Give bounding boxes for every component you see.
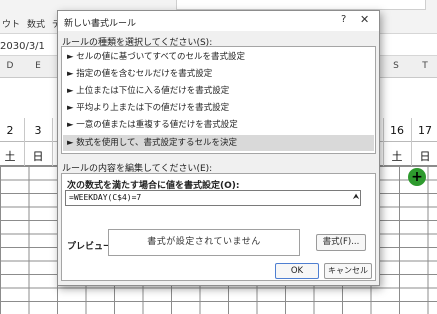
cell-weekday[interactable]: 土 [383,148,411,164]
ribbon-tab-formulas[interactable]: 数式 [27,17,45,30]
cell-weekday[interactable]: 土 [0,148,24,164]
rule-type-item[interactable]: ► セルの値に基づいてすべてのセルを書式設定 [63,49,374,65]
rule-type-item[interactable]: ► 指定の値を含むセルだけを書式設定 [63,66,374,82]
dialog-title: 新しい書式ルール [64,19,137,29]
collapse-dialog-icon[interactable]: ⮝ [351,192,361,204]
cell-weekday[interactable]: 日 [24,148,52,164]
close-icon[interactable]: ✕ [360,13,369,26]
cell-day[interactable]: 3 [24,124,52,137]
rule-type-list[interactable]: ► セルの値に基づいてすべてのセルを書式設定 ► 指定の値を含むセルだけを書式設… [61,46,376,154]
formula-bar-value: 2030/3/1 [0,41,45,52]
cell-day[interactable]: 2 [0,124,24,137]
formula-input[interactable]: =WEEKDAY(C$4)=7 [65,190,361,206]
ribbon-search-area [176,0,426,10]
rule-type-item[interactable]: ► 平均より上または下の値だけを書式設定 [63,100,374,116]
dialog-titlebar[interactable]: 新しい書式ルール ? ✕ [58,11,379,31]
new-format-rule-dialog: 新しい書式ルール ? ✕ ルールの種類を選択してください(S): ► セルの値に… [57,10,380,286]
column-header-e[interactable]: E [24,61,52,71]
format-button[interactable]: 書式(F)... [316,234,366,251]
help-icon[interactable]: ? [341,14,346,25]
mouse-cursor-icon: + [408,168,426,186]
cancel-button[interactable]: キャンセル [324,263,372,279]
cell-weekday[interactable]: 日 [411,148,437,164]
ribbon-tab-layout[interactable]: ウト [2,17,20,30]
rule-type-item[interactable]: ► 一意の値または重複する値だけを書式設定 [63,117,374,133]
rule-type-item[interactable]: ► 上位または下位に入る値だけを書式設定 [63,83,374,99]
preview-box: 書式が設定されていません [108,229,300,256]
ok-button[interactable]: OK [275,263,319,279]
cell-day[interactable]: 16 [383,124,411,137]
rule-type-item-selected[interactable]: ► 数式を使用して、書式設定するセルを決定 [63,135,374,151]
column-header-t[interactable]: T [411,61,437,71]
column-header-s[interactable]: S [382,61,410,71]
grid-line [52,118,53,166]
cell-day[interactable]: 17 [411,124,437,137]
column-header-d[interactable]: D [0,61,24,71]
